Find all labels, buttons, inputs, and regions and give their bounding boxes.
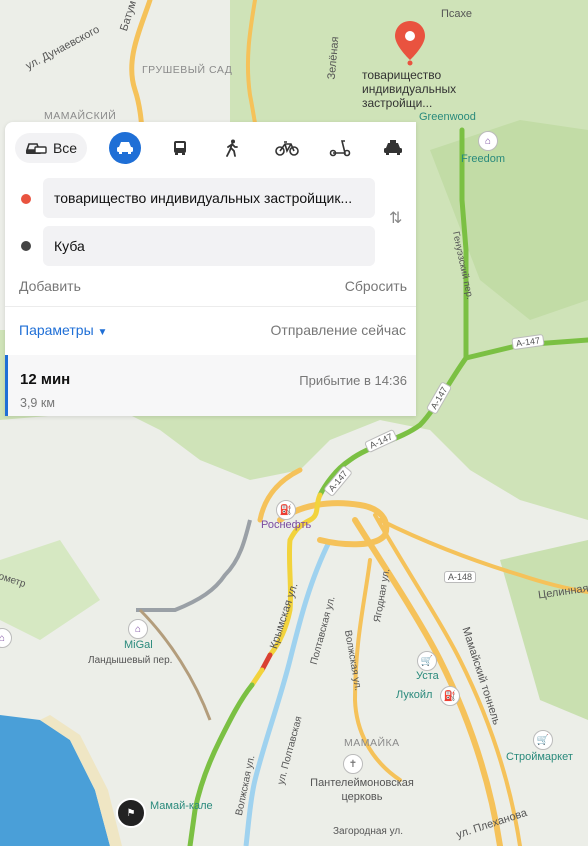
poi-label-church: Пантелеймоновская церковь [310, 777, 414, 803]
poi-label-mamaykale: Мамай-кале [150, 800, 213, 812]
mode-taxi-button[interactable] [378, 133, 408, 163]
caret-down-icon: ▼ [97, 327, 108, 338]
origin-dot-icon [21, 194, 31, 204]
church-icon[interactable]: ✝ [343, 754, 363, 774]
poi-label-usta: Уста [416, 670, 439, 682]
route-duration: 12 мин [20, 371, 71, 388]
mode-scooter-button[interactable] [325, 133, 355, 163]
route-result-card[interactable]: 12 мин 3,9 км Прибытие в 14:36 [5, 355, 416, 416]
departure-time-button[interactable]: Отправление сейчас [271, 322, 406, 338]
route-to-input[interactable]: Куба [43, 226, 375, 266]
transport-modes: Все [5, 122, 416, 174]
route-from-input[interactable]: товарищество индивидуальных застройщик..… [43, 178, 375, 218]
place-label-pshakhe: Псахе [441, 8, 473, 20]
bicycle-icon [275, 141, 299, 156]
mode-bicycle-button[interactable] [270, 133, 304, 163]
gas-station-icon[interactable]: ⛽ [440, 686, 460, 706]
swap-points-icon[interactable]: ⇅ [389, 208, 402, 228]
poi-label-rosneft: Роснефть [261, 519, 312, 531]
reset-button[interactable]: Сбросить [345, 278, 407, 294]
district-label-grushevy: ГРУШЕВЫЙ САД [142, 64, 233, 76]
route-panel: Все товарищество индивидуальных застройщ… [5, 122, 416, 416]
poi-label-lukoil: Лукойл [396, 689, 433, 701]
shop-icon[interactable]: 🛒 [417, 651, 437, 671]
mode-all-button[interactable]: Все [15, 133, 87, 163]
taxi-icon [384, 140, 402, 155]
poi-label-greenwood: Greenwood [419, 111, 476, 123]
district-label-mamaika: МАМАЙКА [344, 737, 400, 749]
destination-pin-icon[interactable] [393, 20, 427, 66]
car-icon [117, 142, 133, 154]
route-distance: 3,9 км [20, 396, 55, 410]
street-label-landysh: Ландышевый пер. [88, 655, 173, 666]
road-badge-a148: A-148 [444, 571, 477, 583]
shop-icon[interactable]: 🛒 [533, 730, 553, 750]
destination-label: товарищество индивидуальных застройщи... [362, 68, 457, 110]
divider [5, 306, 416, 307]
hotel-icon[interactable]: ⌂ [478, 131, 498, 151]
car-icon [25, 143, 47, 154]
poi-label-migal: MiGal [124, 639, 153, 651]
destination-dot-icon [21, 241, 31, 251]
district-label-mamaysky: МАМАЙСКИЙ [44, 110, 117, 122]
street-label-zagorodnaya: Загородная ул. [333, 826, 403, 837]
scooter-icon [329, 140, 351, 157]
route-arrival: Прибытие в 14:36 [299, 373, 407, 388]
parameters-label: Параметры [19, 322, 94, 338]
route-end-marker-icon[interactable]: ⚑ [116, 798, 146, 828]
parameters-button[interactable]: Параметры ▼ [19, 322, 107, 338]
mode-all-label: Все [52, 140, 78, 156]
mode-car-button[interactable] [109, 132, 141, 164]
add-point-button[interactable]: Добавить [19, 278, 81, 294]
bus-icon [174, 141, 186, 155]
gas-station-icon[interactable]: ⛽ [276, 500, 296, 520]
hotel-icon[interactable]: ⌂ [128, 619, 148, 639]
mode-bus-button[interactable] [165, 133, 195, 163]
walk-icon [226, 139, 238, 157]
mode-walk-button[interactable] [217, 133, 247, 163]
poi-label-stroymarket: Строймаркет [506, 751, 573, 763]
poi-label-freedom: Freedom [461, 153, 506, 165]
